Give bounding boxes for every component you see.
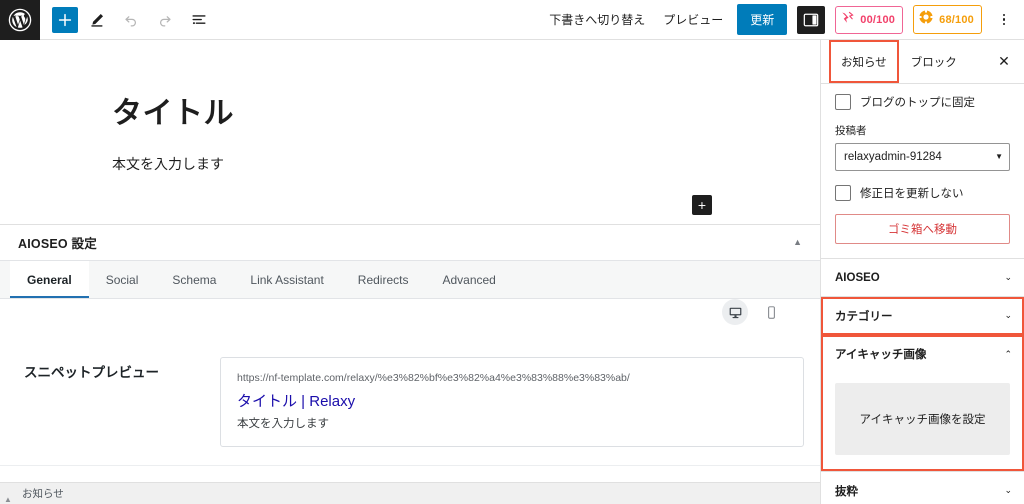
panel-excerpt-title: 抜粋 bbox=[835, 485, 858, 498]
aioseo-collapse-chevron-up-icon[interactable]: ▲ bbox=[789, 234, 806, 251]
post-status-section: ブログのトップに固定 投稿者 relaxyadmin-91284 ▼ 修正日を更… bbox=[821, 84, 1024, 258]
tab-schema[interactable]: Schema bbox=[155, 261, 233, 298]
panel-featured-image-header[interactable]: アイキャッチ画像 ⌃ bbox=[821, 335, 1024, 373]
close-x-icon[interactable]: ✕ bbox=[990, 40, 1018, 83]
aioseo-metabox-title: AIOSEO 設定 bbox=[18, 237, 97, 251]
editor-actions-group: 下書きへ切り替え プレビュー 更新 00/100 68/100 bbox=[545, 4, 1024, 35]
readability-score-icon bbox=[918, 9, 934, 30]
chevron-down-icon: ⌄ bbox=[1004, 272, 1012, 282]
editor-breadcrumb-statusbar: ▲ お知らせ bbox=[0, 482, 820, 504]
mobile-phone-icon[interactable] bbox=[758, 299, 784, 325]
panel-categories[interactable]: カテゴリー ⌄ bbox=[821, 297, 1024, 335]
sticky-post-row[interactable]: ブログのトップに固定 bbox=[835, 94, 1010, 110]
editor-top-toolbar: 下書きへ切り替え プレビュー 更新 00/100 68/100 bbox=[0, 0, 1024, 40]
featured-image-body: アイキャッチ画像を設定 bbox=[821, 373, 1024, 471]
no-revision-update-row[interactable]: 修正日を更新しない bbox=[835, 185, 1010, 201]
move-to-trash-button[interactable]: ゴミ箱へ移動 bbox=[835, 214, 1010, 244]
tab-advanced[interactable]: Advanced bbox=[425, 261, 512, 298]
tab-general[interactable]: General bbox=[10, 261, 89, 298]
editor-main-column: タイトル 本文を入力します + AIOSEO 設定 ▲ General Soci… bbox=[0, 40, 820, 504]
settings-sidebar-toggle-button[interactable] bbox=[797, 5, 826, 34]
switch-to-draft-button[interactable]: 下書きへ切り替え bbox=[545, 5, 649, 34]
tab-redirects[interactable]: Redirects bbox=[341, 261, 426, 298]
snippet-preview-field: https://nf-template.com/relaxy/%e3%82%bf… bbox=[220, 357, 804, 448]
readability-score-value: 68/100 bbox=[939, 13, 974, 26]
panel-featured-image-title: アイキャッチ画像 bbox=[835, 349, 927, 361]
editor-tools-group bbox=[40, 5, 214, 35]
sidebar-scroll-area: ブログのトップに固定 投稿者 relaxyadmin-91284 ▼ 修正日を更… bbox=[821, 84, 1024, 504]
update-button[interactable]: 更新 bbox=[737, 4, 788, 35]
panel-excerpt[interactable]: 抜粋 ⌄ bbox=[821, 472, 1024, 504]
aioseo-metabox-header[interactable]: AIOSEO 設定 ▲ bbox=[0, 225, 820, 261]
no-revision-update-checkbox[interactable] bbox=[835, 185, 851, 201]
statusbar-chevron-up-icon: ▲ bbox=[4, 495, 12, 504]
snippet-preview-row: スニペットプレビュー https://nf-template.com/relax… bbox=[0, 331, 820, 467]
chevron-down-icon: ⌄ bbox=[1004, 310, 1012, 320]
author-select-wrap: relaxyadmin-91284 ▼ bbox=[835, 143, 1010, 171]
sidebar-tab-post[interactable]: お知らせ bbox=[829, 40, 899, 83]
inline-block-inserter-button[interactable]: + bbox=[692, 195, 712, 215]
sidebar-tab-bar: お知らせ ブロック ✕ bbox=[821, 40, 1024, 84]
panel-aioseo-title: AIOSEO bbox=[835, 271, 880, 284]
seo-score-badge[interactable]: 00/100 bbox=[835, 5, 904, 34]
breadcrumb: お知らせ bbox=[22, 488, 64, 500]
desktop-monitor-icon[interactable] bbox=[722, 299, 748, 325]
preview-button[interactable]: プレビュー bbox=[659, 5, 727, 34]
list-view-icon[interactable] bbox=[184, 5, 214, 35]
block-inserter-button[interactable] bbox=[52, 6, 78, 33]
wordpress-block-editor: 下書きへ切り替え プレビュー 更新 00/100 68/100 タイトル 本文を… bbox=[0, 0, 1024, 504]
panel-aioseo[interactable]: AIOSEO ⌄ bbox=[821, 259, 1024, 297]
tab-social[interactable]: Social bbox=[89, 261, 156, 298]
post-content-paragraph[interactable]: 本文を入力します bbox=[112, 154, 224, 174]
no-revision-update-label: 修正日を更新しない bbox=[860, 188, 964, 200]
seo-score-icon bbox=[840, 10, 855, 30]
post-title-field[interactable]: タイトル bbox=[112, 88, 234, 132]
author-label: 投稿者 bbox=[835, 125, 867, 137]
tab-link-assistant[interactable]: Link Assistant bbox=[233, 261, 340, 298]
aioseo-tab-bar: General Social Schema Link Assistant Red… bbox=[0, 261, 820, 299]
snippet-url: https://nf-template.com/relaxy/%e3%82%bf… bbox=[237, 372, 630, 384]
wordpress-logo-icon[interactable] bbox=[0, 0, 40, 40]
snippet-device-toggle bbox=[0, 299, 820, 331]
chevron-up-icon: ⌃ bbox=[1004, 348, 1012, 359]
google-snippet-card[interactable]: https://nf-template.com/relaxy/%e3%82%bf… bbox=[220, 357, 804, 448]
sticky-post-label: ブログのトップに固定 bbox=[860, 97, 975, 109]
panel-featured-image: アイキャッチ画像 ⌃ アイキャッチ画像を設定 bbox=[821, 335, 1024, 471]
undo-arrow-icon[interactable] bbox=[116, 5, 146, 35]
kebab-menu-icon[interactable] bbox=[992, 5, 1016, 35]
redo-arrow-icon[interactable] bbox=[150, 5, 180, 35]
sidebar-tab-block[interactable]: ブロック bbox=[899, 40, 969, 83]
edit-pencil-icon[interactable] bbox=[82, 5, 112, 35]
author-select[interactable]: relaxyadmin-91284 bbox=[835, 143, 1010, 171]
snippet-title[interactable]: タイトル | Relaxy bbox=[237, 392, 787, 412]
chevron-down-icon: ⌄ bbox=[1004, 485, 1012, 495]
panel-categories-title: カテゴリー bbox=[835, 310, 893, 323]
settings-sidebar: お知らせ ブロック ✕ ブログのトップに固定 投稿者 relaxyadmin-9… bbox=[820, 40, 1024, 504]
post-title-tag-row: お知らせ タイトル 以下のタグをクリックして、タイトルに変数を挿入します。 bbox=[0, 466, 820, 482]
set-featured-image-button[interactable]: アイキャッチ画像を設定 bbox=[835, 383, 1010, 455]
snippet-description: 本文を入力します bbox=[237, 418, 329, 431]
snippet-preview-label: スニペットプレビュー bbox=[24, 365, 159, 380]
post-editor-canvas[interactable]: タイトル 本文を入力します + bbox=[0, 40, 820, 225]
aioseo-settings-metabox: AIOSEO 設定 ▲ General Social Schema Link A… bbox=[0, 225, 820, 482]
aioseo-general-tab-content: スニペットプレビュー https://nf-template.com/relax… bbox=[0, 299, 820, 482]
sticky-post-checkbox[interactable] bbox=[835, 94, 851, 110]
seo-score-value: 00/100 bbox=[860, 13, 896, 26]
editor-body: タイトル 本文を入力します + AIOSEO 設定 ▲ General Soci… bbox=[0, 40, 1024, 504]
readability-score-badge[interactable]: 68/100 bbox=[913, 5, 982, 34]
